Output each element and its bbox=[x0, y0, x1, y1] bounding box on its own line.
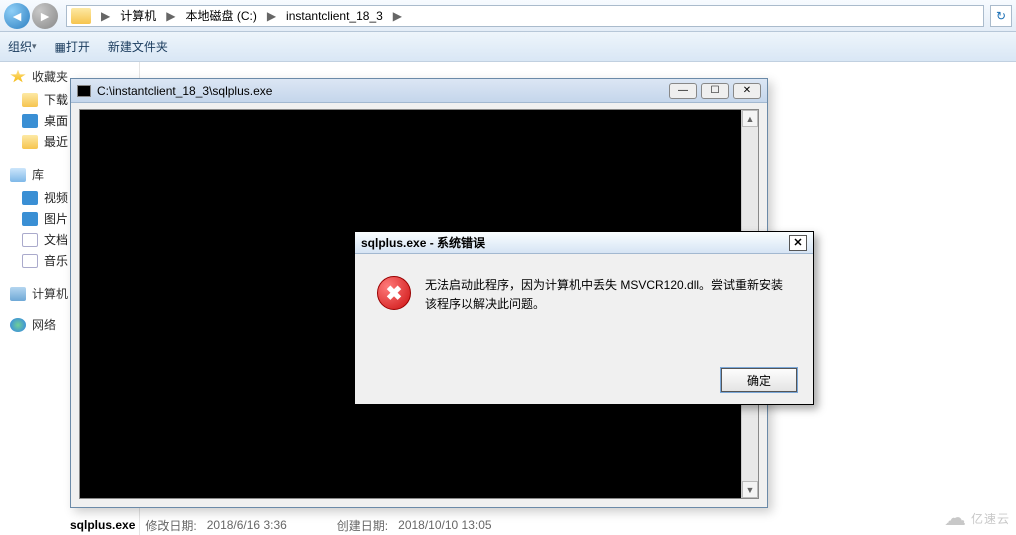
chevron-right-icon: ▶ bbox=[160, 9, 181, 23]
details-pane: sqlplus.exe 修改日期: 2018/6/16 3:36 创建日期: 2… bbox=[70, 515, 492, 535]
breadcrumb-folder[interactable]: instantclient_18_3 bbox=[282, 9, 387, 23]
refresh-button[interactable]: ↻ bbox=[990, 5, 1012, 27]
breadcrumb-drive-c[interactable]: 本地磁盘 (C:) bbox=[181, 7, 260, 24]
scroll-down-button[interactable]: ▼ bbox=[742, 481, 758, 498]
chevron-right-icon: ▶ bbox=[95, 9, 116, 23]
details-modified-value: 2018/6/16 3:36 bbox=[207, 518, 287, 532]
breadcrumb-computer[interactable]: 计算机 bbox=[116, 7, 160, 24]
minimize-button[interactable]: — bbox=[669, 83, 697, 99]
watermark: ☁ 亿速云 bbox=[944, 505, 1010, 531]
toolbar-organize[interactable]: 组织 bbox=[8, 38, 37, 55]
watermark-text: 亿速云 bbox=[971, 510, 1010, 527]
picture-icon bbox=[22, 212, 38, 226]
ok-button[interactable]: 确定 bbox=[721, 368, 797, 392]
nav-back-button[interactable]: ◄ bbox=[4, 3, 30, 29]
chevron-right-icon: ▶ bbox=[261, 9, 282, 23]
address-bar: ◄ ► ▶ 计算机 ▶ 本地磁盘 (C:) ▶ instantclient_18… bbox=[0, 0, 1016, 32]
network-icon bbox=[10, 318, 26, 332]
cloud-icon: ☁ bbox=[944, 505, 967, 531]
error-icon: ✖ bbox=[377, 276, 411, 310]
console-icon bbox=[77, 85, 91, 97]
nav-forward-button[interactable]: ► bbox=[32, 3, 58, 29]
chevron-right-icon: ▶ bbox=[387, 9, 408, 23]
document-icon bbox=[22, 233, 38, 247]
library-icon bbox=[10, 168, 26, 182]
dialog-close-button[interactable]: ✕ bbox=[789, 235, 807, 251]
details-created-value: 2018/10/10 13:05 bbox=[398, 518, 491, 532]
console-title-text: C:\instantclient_18_3\sqlplus.exe bbox=[97, 84, 669, 98]
dialog-title-text: sqlplus.exe - 系统错误 bbox=[361, 234, 789, 251]
video-icon bbox=[22, 191, 38, 205]
desktop-icon bbox=[22, 114, 38, 128]
music-icon bbox=[22, 254, 38, 268]
maximize-button[interactable]: ☐ bbox=[701, 83, 729, 99]
scroll-up-button[interactable]: ▲ bbox=[742, 110, 758, 127]
dialog-titlebar[interactable]: sqlplus.exe - 系统错误 ✕ bbox=[355, 232, 813, 254]
computer-icon bbox=[10, 287, 26, 301]
details-modified-label: 修改日期: bbox=[145, 517, 196, 534]
details-filename: sqlplus.exe bbox=[70, 518, 135, 532]
folder-icon bbox=[22, 93, 38, 107]
toolbar: 组织 ▦ 打开 新建文件夹 bbox=[0, 32, 1016, 62]
toolbar-open[interactable]: ▦ 打开 bbox=[55, 38, 90, 55]
details-created-label: 创建日期: bbox=[337, 517, 388, 534]
star-icon bbox=[10, 70, 26, 84]
console-titlebar[interactable]: C:\instantclient_18_3\sqlplus.exe — ☐ ✕ bbox=[71, 79, 767, 103]
folder-icon bbox=[71, 8, 91, 24]
close-button[interactable]: ✕ bbox=[733, 83, 761, 99]
error-dialog: sqlplus.exe - 系统错误 ✕ ✖ 无法启动此程序，因为计算机中丢失 … bbox=[354, 231, 814, 405]
breadcrumb[interactable]: ▶ 计算机 ▶ 本地磁盘 (C:) ▶ instantclient_18_3 ▶ bbox=[66, 5, 984, 27]
recent-icon bbox=[22, 135, 38, 149]
toolbar-newfolder[interactable]: 新建文件夹 bbox=[108, 38, 168, 55]
dialog-message: 无法启动此程序，因为计算机中丢失 MSVCR120.dll。尝试重新安装该程序以… bbox=[425, 276, 791, 314]
